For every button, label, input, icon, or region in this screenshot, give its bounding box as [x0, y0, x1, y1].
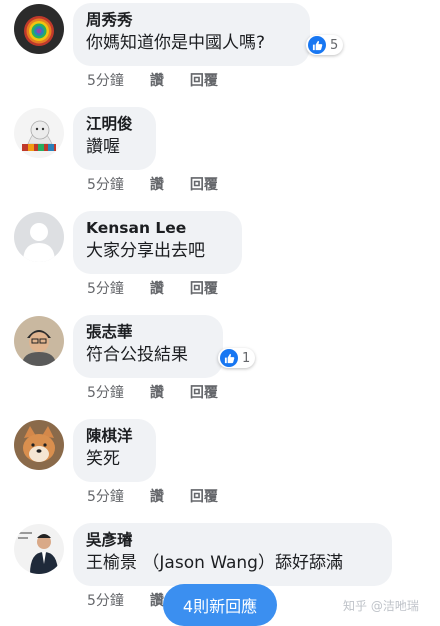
reply-button[interactable]: 回覆 — [190, 70, 218, 90]
rainbow-avatar-image — [14, 4, 64, 54]
comment-item: Kensan Lee 大家分享出去吧 5分鐘 讚 回覆 — [0, 208, 440, 312]
like-button[interactable]: 讚 — [150, 70, 164, 90]
comment-time[interactable]: 5分鐘 — [87, 174, 124, 194]
comment-time[interactable]: 5分鐘 — [87, 70, 124, 90]
person-photo-avatar — [14, 316, 64, 366]
watermark-text: 知乎 @洁吔瑞 — [343, 599, 419, 613]
comment-author[interactable]: 周秀秀 — [86, 9, 296, 31]
comment-author[interactable]: 張志華 — [86, 321, 209, 343]
comment-author[interactable]: 吳彥璿 — [86, 529, 378, 551]
comment-bubble: Kensan Lee 大家分享出去吧 — [73, 211, 242, 274]
comment-author[interactable]: Kensan Lee — [86, 217, 228, 239]
comment-time[interactable]: 5分鐘 — [87, 590, 124, 610]
like-button[interactable]: 讚 — [150, 174, 164, 194]
comment-meta: 5分鐘 讚 回覆 — [87, 70, 218, 90]
reply-button[interactable]: 回覆 — [190, 174, 218, 194]
reaction-count[interactable]: 1 — [218, 348, 256, 368]
person-suit-avatar — [14, 524, 64, 574]
comment-text: 王榆景 （Jason Wang）舔好舔滿 — [86, 553, 343, 573]
reaction-number: 1 — [242, 350, 251, 366]
comment-time[interactable]: 5分鐘 — [87, 278, 124, 298]
comment-meta: 5分鐘 讚 回覆 — [87, 486, 218, 506]
avatar[interactable] — [14, 108, 64, 158]
comment-text: 符合公投結果 — [86, 345, 188, 365]
avatar[interactable] — [14, 524, 64, 574]
comment-bubble: 陳棋洋 笑死 — [73, 419, 156, 482]
comment-text: 讚喔 — [86, 137, 120, 157]
comment-item: 張志華 符合公投結果 1 5分鐘 讚 回覆 — [0, 312, 440, 416]
comment-bubble: 江明俊 讚喔 — [73, 107, 156, 170]
reaction-count[interactable]: 5 — [306, 35, 344, 55]
like-button[interactable]: 讚 — [150, 382, 164, 402]
comment-text: 笑死 — [86, 449, 120, 469]
comment-time[interactable]: 5分鐘 — [87, 382, 124, 402]
comment-meta: 5分鐘 讚 回覆 — [87, 174, 218, 194]
avatar[interactable] — [14, 316, 64, 366]
cartoon-avatar-image — [14, 108, 64, 158]
comment-meta: 5分鐘 讚 回覆 — [87, 382, 218, 402]
comment-item: 陳棋洋 笑死 5分鐘 讚 回覆 — [0, 416, 440, 520]
like-button[interactable]: 讚 — [150, 278, 164, 298]
reply-button[interactable]: 回覆 — [190, 278, 218, 298]
shiba-dog-avatar — [14, 420, 64, 470]
avatar[interactable] — [14, 212, 64, 262]
reply-button[interactable]: 回覆 — [190, 382, 218, 402]
thumbs-up-icon — [308, 36, 326, 54]
default-profile-icon — [14, 212, 64, 262]
comment-text: 你媽知道你是中國人嗎? — [86, 33, 266, 53]
comment-time[interactable]: 5分鐘 — [87, 486, 124, 506]
like-button[interactable]: 讚 — [150, 486, 164, 506]
comment-text: 大家分享出去吧 — [86, 241, 205, 261]
comment-bubble: 周秀秀 你媽知道你是中國人嗎? — [73, 3, 310, 66]
comment-item: 周秀秀 你媽知道你是中國人嗎? 5 5分鐘 讚 回覆 — [0, 0, 440, 104]
comment-meta: 5分鐘 讚 回覆 — [87, 278, 218, 298]
comment-bubble: 張志華 符合公投結果 — [73, 315, 223, 378]
comment-bubble: 吳彥璿 王榆景 （Jason Wang）舔好舔滿 — [73, 523, 392, 586]
avatar[interactable] — [14, 4, 64, 54]
new-replies-button[interactable]: 4則新回應 — [163, 584, 277, 626]
reaction-number: 5 — [330, 37, 339, 53]
avatar[interactable] — [14, 420, 64, 470]
reply-button[interactable]: 回覆 — [190, 486, 218, 506]
comment-item: 江明俊 讚喔 5分鐘 讚 回覆 — [0, 104, 440, 208]
comment-author[interactable]: 陳棋洋 — [86, 425, 142, 447]
like-button[interactable]: 讚 — [150, 590, 164, 610]
thumbs-up-icon — [220, 349, 238, 367]
comment-author[interactable]: 江明俊 — [86, 113, 142, 135]
